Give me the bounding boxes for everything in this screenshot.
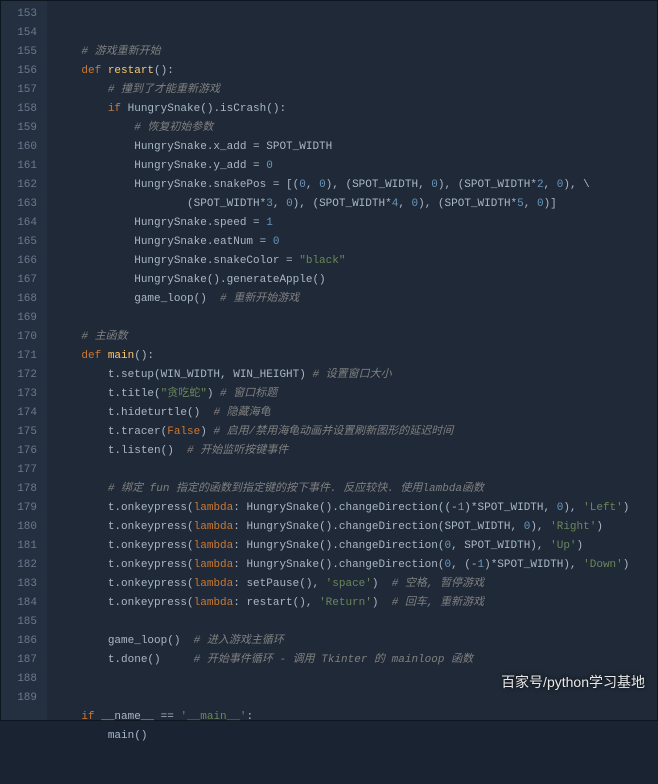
code-line[interactable]: t.title("贪吃蛇") # 窗口标题: [55, 385, 649, 404]
line-number: 182: [7, 556, 37, 575]
code-line[interactable]: HungrySnake.x_add = SPOT_WIDTH: [55, 138, 649, 157]
line-number: 171: [7, 347, 37, 366]
line-number: 167: [7, 271, 37, 290]
code-line[interactable]: t.onkeypress(lambda: HungrySnake().chang…: [55, 518, 649, 537]
code-area[interactable]: # 游戏重新开始 def restart(): # 撞到了才能重新游戏 if H…: [47, 1, 657, 720]
line-number: 176: [7, 442, 37, 461]
line-number: 188: [7, 670, 37, 689]
line-number: 179: [7, 499, 37, 518]
line-number: 187: [7, 651, 37, 670]
line-number-gutter: 1531541551561571581591601611621631641651…: [1, 1, 47, 720]
line-number: 174: [7, 404, 37, 423]
code-line[interactable]: t.done() # 开始事件循环 - 调用 Tkinter 的 mainloo…: [55, 651, 649, 670]
line-number: 153: [7, 5, 37, 24]
code-line[interactable]: # 绑定 fun 指定的函数到指定键的按下事件. 反应较快. 使用lambda函…: [55, 480, 649, 499]
code-line[interactable]: def restart():: [55, 62, 649, 81]
line-number: 173: [7, 385, 37, 404]
code-line[interactable]: [55, 613, 649, 632]
line-number: 168: [7, 290, 37, 309]
code-editor: 1531541551561571581591601611621631641651…: [0, 0, 658, 721]
line-number: 177: [7, 461, 37, 480]
code-line[interactable]: if HungrySnake().isCrash():: [55, 100, 649, 119]
code-line[interactable]: [55, 461, 649, 480]
code-line[interactable]: t.onkeypress(lambda: HungrySnake().chang…: [55, 537, 649, 556]
code-line[interactable]: def main():: [55, 347, 649, 366]
line-number: 181: [7, 537, 37, 556]
code-line[interactable]: t.onkeypress(lambda: HungrySnake().chang…: [55, 556, 649, 575]
line-number: 161: [7, 157, 37, 176]
code-line[interactable]: HungrySnake.snakeColor = "black": [55, 252, 649, 271]
code-line[interactable]: t.onkeypress(lambda: restart(), 'Return'…: [55, 594, 649, 613]
code-line[interactable]: t.onkeypress(lambda: setPause(), 'space'…: [55, 575, 649, 594]
line-number: 155: [7, 43, 37, 62]
code-line[interactable]: HungrySnake.snakePos = [(0, 0), (SPOT_WI…: [55, 176, 649, 195]
line-number: 175: [7, 423, 37, 442]
line-number: 170: [7, 328, 37, 347]
line-number: 189: [7, 689, 37, 708]
line-number: 183: [7, 575, 37, 594]
code-line[interactable]: (SPOT_WIDTH*3, 0), (SPOT_WIDTH*4, 0), (S…: [55, 195, 649, 214]
code-line[interactable]: t.tracer(False) # 启用/禁用海龟动画并设置刷新图形的延迟时间: [55, 423, 649, 442]
code-line[interactable]: t.listen() # 开始监听按键事件: [55, 442, 649, 461]
watermark: 百家号/python学习基地: [501, 673, 645, 692]
code-line[interactable]: # 撞到了才能重新游戏: [55, 81, 649, 100]
line-number: 169: [7, 309, 37, 328]
line-number: 154: [7, 24, 37, 43]
line-number: 178: [7, 480, 37, 499]
code-line[interactable]: [55, 309, 649, 328]
line-number: 166: [7, 252, 37, 271]
code-line[interactable]: HungrySnake().generateApple(): [55, 271, 649, 290]
line-number: 164: [7, 214, 37, 233]
code-line[interactable]: if __name__ == '__main__':: [55, 708, 649, 727]
code-line[interactable]: # 主函数: [55, 328, 649, 347]
code-line[interactable]: HungrySnake.speed = 1: [55, 214, 649, 233]
line-number: 158: [7, 100, 37, 119]
code-line[interactable]: HungrySnake.y_add = 0: [55, 157, 649, 176]
line-number: 172: [7, 366, 37, 385]
line-number: 180: [7, 518, 37, 537]
line-number: 157: [7, 81, 37, 100]
line-number: 184: [7, 594, 37, 613]
code-line[interactable]: HungrySnake.eatNum = 0: [55, 233, 649, 252]
code-line[interactable]: game_loop() # 进入游戏主循环: [55, 632, 649, 651]
code-line[interactable]: main(): [55, 727, 649, 746]
line-number: 162: [7, 176, 37, 195]
code-line[interactable]: t.onkeypress(lambda: HungrySnake().chang…: [55, 499, 649, 518]
code-line[interactable]: t.hideturtle() # 隐藏海龟: [55, 404, 649, 423]
code-line[interactable]: game_loop() # 重新开始游戏: [55, 290, 649, 309]
line-number: 165: [7, 233, 37, 252]
code-line[interactable]: # 恢复初始参数: [55, 119, 649, 138]
line-number: 186: [7, 632, 37, 651]
line-number: 159: [7, 119, 37, 138]
code-line[interactable]: # 游戏重新开始: [55, 43, 649, 62]
line-number: 160: [7, 138, 37, 157]
code-line[interactable]: t.setup(WIN_WIDTH, WIN_HEIGHT) # 设置窗口大小: [55, 366, 649, 385]
line-number: 156: [7, 62, 37, 81]
line-number: 185: [7, 613, 37, 632]
line-number: 163: [7, 195, 37, 214]
